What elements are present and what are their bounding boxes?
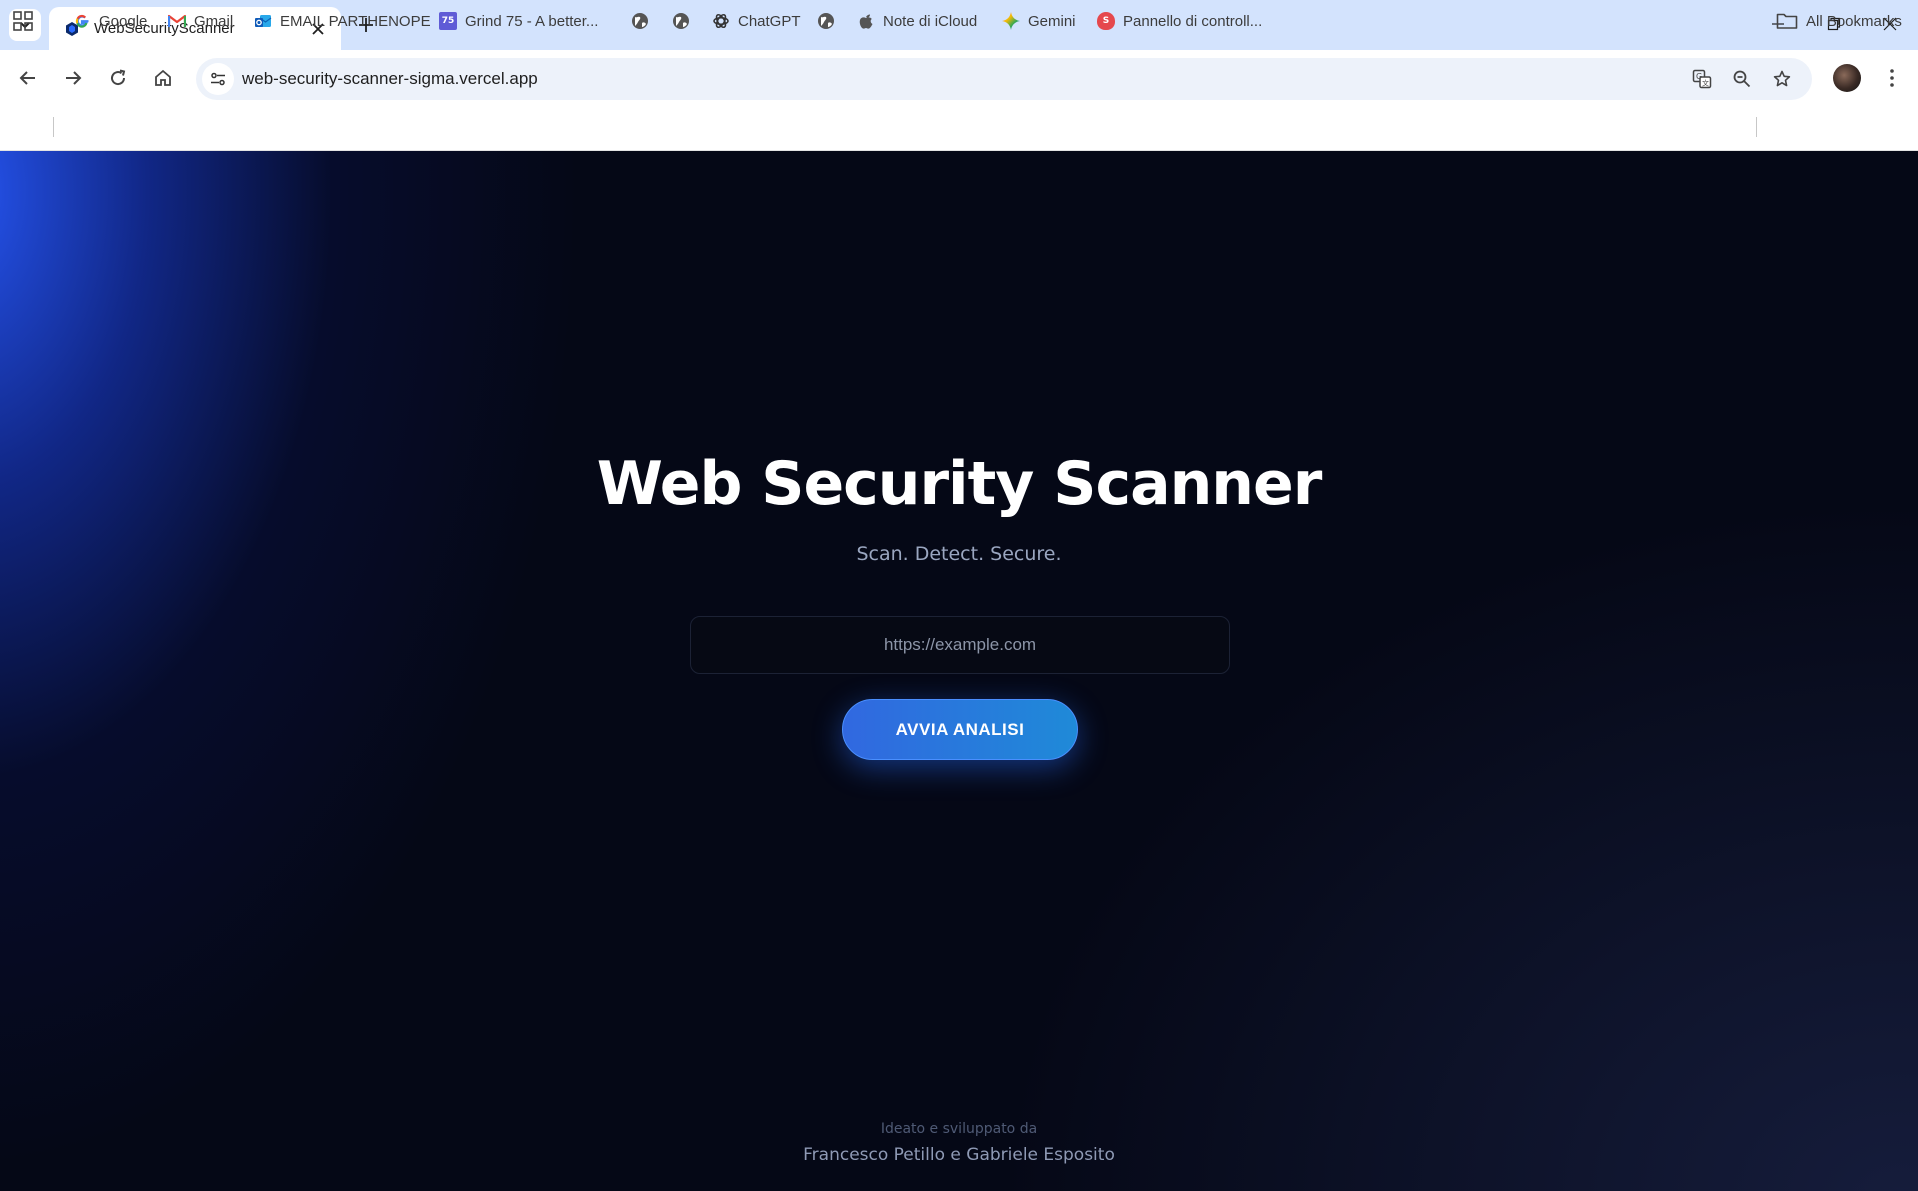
folder-icon [1776, 12, 1798, 30]
grind75-icon: 75 [439, 12, 457, 30]
bookmark-grind75[interactable]: 75 Grind 75 - A better... [439, 8, 598, 34]
bookmark-gmail[interactable]: Gmail [168, 8, 233, 34]
zoom-out-icon [1733, 70, 1751, 88]
home-icon [155, 69, 171, 86]
profile-avatar[interactable] [1833, 64, 1861, 92]
address-bar[interactable]: web-security-scanner-sigma.vercel.app G文 [196, 58, 1812, 100]
credits-authors: Francesco Petillo e Gabriele Esposito [803, 1145, 1115, 1165]
outlook-icon [254, 12, 272, 30]
chatgpt-icon [712, 12, 730, 30]
web-page: Web Security Scanner Scan. Detect. Secur… [0, 151, 1918, 1191]
red-badge-icon: S [1097, 12, 1115, 30]
star-icon [1773, 70, 1791, 87]
bookmark-label: Gmail [194, 12, 234, 30]
back-button[interactable] [11, 61, 45, 95]
globe-icon [672, 12, 690, 30]
globe-icon [817, 12, 835, 30]
tune-icon [211, 72, 225, 86]
bookmark-control-panel[interactable]: S Pannello di controll... [1097, 8, 1262, 34]
url-input[interactable] [690, 616, 1230, 674]
zoom-button[interactable] [1726, 63, 1758, 95]
bookmark-globe-1[interactable] [631, 8, 657, 34]
bookmark-email-parthenope[interactable]: EMAIL PARTHENOPE [254, 8, 431, 34]
bookmark-globe-3[interactable] [817, 8, 843, 34]
bookmarks-divider [53, 117, 54, 137]
translate-button[interactable]: G文 [1686, 63, 1718, 95]
bookmark-label: Pannello di controll... [1123, 12, 1263, 30]
credits-label: Ideato e sviluppato da [880, 1121, 1038, 1137]
bookmark-star-button[interactable] [1766, 63, 1798, 95]
svg-text:文: 文 [1702, 79, 1709, 88]
arrow-left-icon [19, 71, 35, 85]
all-bookmarks-button[interactable]: All Bookmarks [1776, 8, 1902, 34]
bookmark-google[interactable]: Google [73, 8, 147, 34]
bookmark-label: ChatGPT [738, 12, 801, 30]
start-scan-button[interactable]: AVVIA ANALISI [842, 699, 1078, 760]
page-title: Web Security Scanner [596, 449, 1323, 519]
apps-grid-icon [13, 11, 33, 31]
page-subtitle: Scan. Detect. Secure. [856, 543, 1062, 565]
google-icon [73, 12, 91, 30]
bookmark-label: Gemini [1028, 12, 1076, 30]
bookmark-globe-2[interactable] [672, 8, 698, 34]
globe-icon [631, 12, 649, 30]
arrow-right-icon [66, 71, 82, 85]
site-info-button[interactable] [202, 63, 234, 95]
gmail-icon [168, 12, 186, 30]
browser-menu-button[interactable] [1878, 62, 1906, 94]
bookmark-label: EMAIL PARTHENOPE [280, 12, 431, 30]
reload-icon [111, 69, 126, 86]
apps-button[interactable] [13, 8, 33, 34]
reload-button[interactable] [101, 61, 135, 95]
all-bookmarks-label: All Bookmarks [1806, 12, 1902, 30]
gemini-icon [1002, 12, 1020, 30]
bookmark-label: Google [99, 12, 148, 30]
bookmarks-bar [0, 108, 1918, 151]
bookmark-gemini[interactable]: Gemini [1002, 8, 1076, 34]
url-text: web-security-scanner-sigma.vercel.app [242, 69, 538, 88]
bookmark-label: Grind 75 - A better... [465, 12, 599, 30]
bookmark-chatgpt[interactable]: ChatGPT [712, 8, 801, 34]
translate-icon: G文 [1692, 69, 1712, 89]
home-button[interactable] [146, 61, 180, 95]
bookmarks-divider [1756, 117, 1757, 137]
forward-button[interactable] [56, 61, 90, 95]
bookmark-label: Note di iCloud [883, 12, 978, 30]
more-vert-icon [1890, 69, 1894, 87]
apple-icon [857, 12, 875, 30]
bookmark-icloud-notes[interactable]: Note di iCloud [857, 8, 977, 34]
